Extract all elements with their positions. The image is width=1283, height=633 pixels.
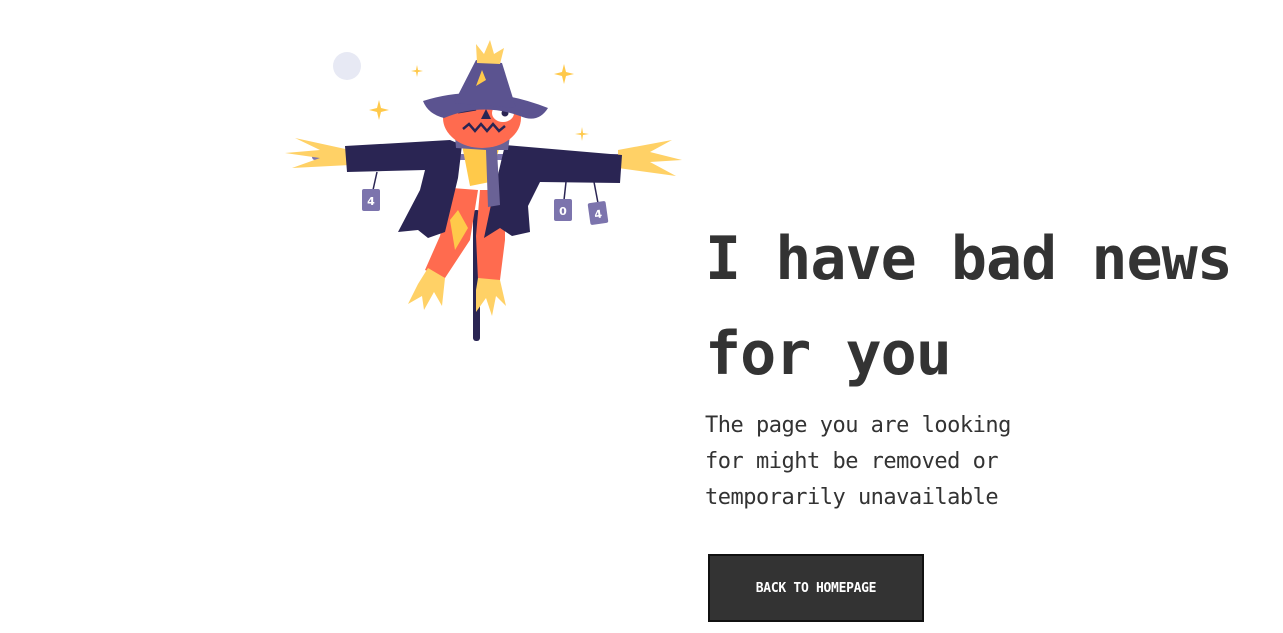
hat-cone — [454, 60, 516, 108]
hat-straw — [476, 40, 504, 64]
can-2-label: 0 — [559, 205, 567, 218]
can-3: 4 — [587, 201, 609, 225]
coat — [345, 140, 462, 238]
left-hand-straw — [285, 138, 350, 168]
coat-right — [484, 145, 622, 238]
can-2: 0 — [554, 199, 572, 221]
right-hand-straw — [618, 140, 682, 176]
page-title: I have bad news for you — [705, 224, 1233, 389]
scarecrow-illustration: 4 0 4 — [285, 40, 682, 341]
can-1-label: 4 — [367, 195, 375, 208]
error-message: The page you are looking for might be re… — [705, 413, 1011, 510]
back-to-homepage-button[interactable]: BACK TO HOMEPAGE — [708, 554, 924, 622]
right-foot-straw — [476, 278, 506, 316]
moon-icon — [333, 52, 361, 80]
can-1: 4 — [362, 189, 380, 211]
